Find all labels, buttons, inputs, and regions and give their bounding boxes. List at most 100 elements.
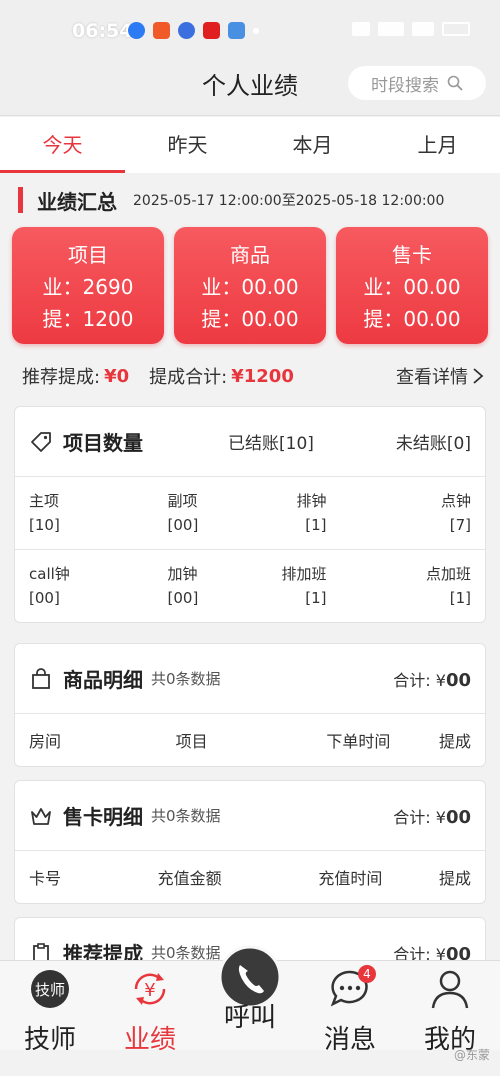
- count-row: call钟 [00] 加钟 [00] 排加班 [1] 点加班 [1]: [15, 550, 485, 622]
- summary-heading: 业绩汇总 2025-05-17 12:00:00至2025-05-18 12:0…: [18, 186, 444, 214]
- signal-icon: [378, 22, 404, 36]
- record-count: 共0条数据: [151, 807, 221, 825]
- search-label: 时段搜索: [371, 75, 439, 96]
- message-badge: 4: [358, 965, 376, 983]
- count-label: call钟: [29, 565, 70, 583]
- total-commission-value: ¥1200: [231, 365, 294, 387]
- more-dot-icon: [253, 28, 259, 34]
- chevron-right-icon: [473, 368, 484, 384]
- goods-detail-panel: 商品明细 共0条数据 合计: ¥00 房间 项目 下单时间 提成: [14, 643, 486, 767]
- card-performance: 业：00.00: [363, 275, 461, 299]
- status-indicators: [352, 22, 470, 36]
- search-icon: [447, 75, 463, 91]
- heading-accent-bar: [18, 187, 23, 213]
- count-cell: 点加班 [1]: [361, 562, 471, 610]
- panel-header: 项目数量 已结账[10] 未结账[0]: [15, 407, 485, 477]
- card-commission: 提：00.00: [201, 307, 299, 331]
- count-value: [10]: [29, 516, 60, 534]
- count-value: [1]: [305, 516, 327, 534]
- count-value: [00]: [29, 589, 60, 607]
- nav-technician[interactable]: 技师 技师: [0, 961, 100, 1055]
- count-cell: 副项 [00]: [140, 489, 251, 537]
- panel-sum: 合计: ¥00: [393, 667, 471, 691]
- count-value: [1]: [449, 589, 471, 607]
- view-details-label: 查看详情: [396, 367, 468, 388]
- nav-call[interactable]: 呼叫: [200, 945, 300, 1050]
- technician-icon-text: 技师: [35, 981, 65, 999]
- sum-value: 00: [445, 806, 471, 828]
- recommend-commission-label: 推荐提成:: [22, 367, 101, 388]
- panel-title: 售卡明细: [63, 805, 143, 829]
- summary-cards: 项目 业：2690 提：1200 商品 业：00.00 提：00.00 售卡 业…: [12, 227, 488, 344]
- recommend-commission-value: ¥0: [104, 365, 130, 387]
- sum-label: 合计: ¥: [393, 807, 446, 827]
- column-header: 提成: [438, 732, 471, 751]
- performance-refresh-icon: ¥: [134, 973, 166, 1005]
- count-label: 排钟: [296, 492, 327, 510]
- tab-yesterday[interactable]: 昨天: [125, 117, 250, 173]
- count-cell: 加钟 [00]: [140, 562, 251, 610]
- project-count-panel: 项目数量 已结账[10] 未结账[0] 主项 [10] 副项 [00] 排钟 [1] …: [14, 406, 486, 623]
- column-header: 提成: [438, 869, 471, 888]
- count-cell: 排加班 [1]: [250, 562, 361, 610]
- column-header: 充值金额: [157, 869, 222, 888]
- app-header: 个人业绩 时段搜索: [0, 62, 500, 116]
- tab-today[interactable]: 今天: [0, 117, 125, 173]
- count-label: 排加班: [281, 565, 327, 583]
- count-value: [7]: [449, 516, 471, 534]
- column-header: 项目: [175, 732, 208, 751]
- app-notification-icon: [128, 22, 145, 39]
- sum-value: 00: [445, 669, 471, 691]
- count-cell: call钟 [00]: [29, 562, 140, 610]
- count-value: [1]: [305, 589, 327, 607]
- news-app-icon: [203, 22, 220, 39]
- status-time: 06:54: [72, 20, 133, 42]
- count-label: 点加班: [425, 565, 471, 583]
- count-value: [00]: [167, 516, 199, 534]
- shopping-bag-icon: [32, 667, 50, 689]
- user-icon: [431, 970, 469, 1009]
- count-cell: 排钟 [1]: [250, 489, 361, 537]
- sum-label: 合计: ¥: [393, 670, 446, 690]
- card-commission: 提：1200: [42, 307, 134, 331]
- tag-icon: [31, 431, 51, 452]
- panel-title: 项目数量: [63, 431, 143, 455]
- nav-messages[interactable]: 4 消息: [300, 961, 400, 1055]
- record-count: 共0条数据: [151, 670, 221, 688]
- summary-title: 业绩汇总: [37, 189, 117, 214]
- hd-icon: [352, 22, 370, 36]
- column-header: 充值时间: [318, 869, 383, 888]
- column-header: 卡号: [29, 869, 62, 888]
- count-label: 点钟: [440, 492, 471, 510]
- count-value: [00]: [167, 589, 199, 607]
- card-performance: 业：00.00: [201, 275, 299, 299]
- count-label: 主项: [29, 492, 60, 510]
- commission-stats: 推荐提成: ¥0 提成合计: ¥1200 查看详情: [22, 362, 484, 390]
- baidu-app-icon: [178, 22, 195, 39]
- view-details-link[interactable]: 查看详情: [396, 363, 484, 389]
- card-sales-panel: 售卡明细 共0条数据 合计: ¥00 卡号 充值金额 充值时间 提成: [14, 780, 486, 904]
- wifi-icon: [412, 22, 434, 36]
- total-commission-label: 提成合计:: [149, 367, 228, 388]
- card-commission: 提：00.00: [363, 307, 461, 331]
- nav-performance[interactable]: ¥ 业绩: [100, 961, 200, 1055]
- card-title: 项目: [68, 243, 108, 267]
- crown-icon: [31, 807, 51, 825]
- count-row: 主项 [10] 副项 [00] 排钟 [1] 点钟 [7]: [15, 477, 485, 550]
- video-app-icon: [153, 22, 170, 39]
- performance-icon-text: ¥: [144, 980, 155, 1001]
- count-label: 副项: [167, 492, 198, 510]
- count-cell: 点钟 [7]: [361, 489, 471, 537]
- nav-profile[interactable]: 我的: [400, 961, 500, 1055]
- battery-icon: [442, 22, 470, 36]
- status-app-icons: [128, 22, 259, 39]
- system-navigation-bar: [0, 1050, 500, 1076]
- bottom-navigation: 技师 技师 ¥ 业绩 呼叫 4 消息 我的: [0, 945, 500, 1055]
- period-search-button[interactable]: 时段搜索: [348, 66, 486, 100]
- watermark: @东蒙: [453, 1048, 490, 1062]
- tab-this-month[interactable]: 本月: [250, 117, 375, 173]
- tab-last-month[interactable]: 上月: [375, 117, 500, 173]
- goods-card: 商品 业：00.00 提：00.00: [174, 227, 326, 344]
- panel-header: 商品明细 共0条数据 合计: ¥00: [15, 644, 485, 714]
- table-header: 卡号 充值金额 充值时间 提成: [15, 851, 485, 903]
